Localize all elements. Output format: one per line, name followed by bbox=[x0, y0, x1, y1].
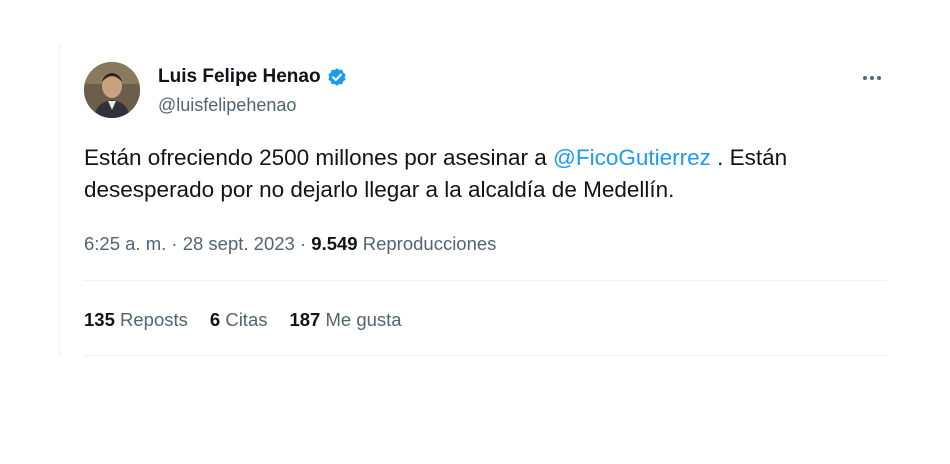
quotes-label: Citas bbox=[225, 309, 268, 330]
tweet-text: Están ofreciendo 2500 millones por asesi… bbox=[84, 142, 874, 206]
quotes-count: 6 bbox=[209, 309, 221, 330]
verified-badge-icon bbox=[326, 66, 348, 88]
reposts-count: 135 bbox=[84, 309, 115, 330]
tweet-time[interactable]: 6:25 a. m. bbox=[84, 233, 166, 254]
tweet-date[interactable]: 28 sept. 2023 bbox=[183, 233, 295, 254]
likes-label: Me gusta bbox=[325, 309, 402, 330]
author-handle[interactable]: @luisfelipehenao bbox=[158, 94, 296, 116]
more-horizontal-icon[interactable] bbox=[860, 70, 884, 86]
bottom-divider bbox=[84, 355, 887, 356]
quotes-stat[interactable]: 6 Citas bbox=[210, 308, 268, 332]
meta-separator-2: · bbox=[294, 233, 312, 254]
views-count: 9.549 bbox=[311, 233, 358, 254]
engagement-stats: 135 Reposts 6 Citas 187 Me gusta bbox=[84, 308, 402, 332]
reposts-label: Reposts bbox=[120, 309, 188, 330]
avatar-image bbox=[84, 62, 140, 118]
avatar[interactable] bbox=[84, 62, 140, 118]
divider bbox=[84, 280, 887, 281]
views-label: Reproducciones bbox=[362, 233, 497, 254]
likes-stat[interactable]: 187 Me gusta bbox=[289, 308, 401, 332]
tweet-card: Luis Felipe Henao @luisfelipehenao Están… bbox=[59, 44, 887, 356]
author-display-name[interactable]: Luis Felipe Henao bbox=[158, 66, 321, 88]
author-name-row: Luis Felipe Henao bbox=[158, 66, 348, 88]
tweet-meta: 6:25 a. m. · 28 sept. 2023 · 9.549 Repro… bbox=[84, 232, 496, 256]
tweet-mention-link[interactable]: @FicoGutierrez bbox=[553, 145, 711, 170]
likes-count: 187 bbox=[289, 309, 321, 330]
tweet-text-before: Están ofreciendo 2500 millones por asesi… bbox=[84, 145, 554, 170]
reposts-stat[interactable]: 135 Reposts bbox=[84, 308, 188, 332]
meta-separator: · bbox=[166, 233, 183, 254]
